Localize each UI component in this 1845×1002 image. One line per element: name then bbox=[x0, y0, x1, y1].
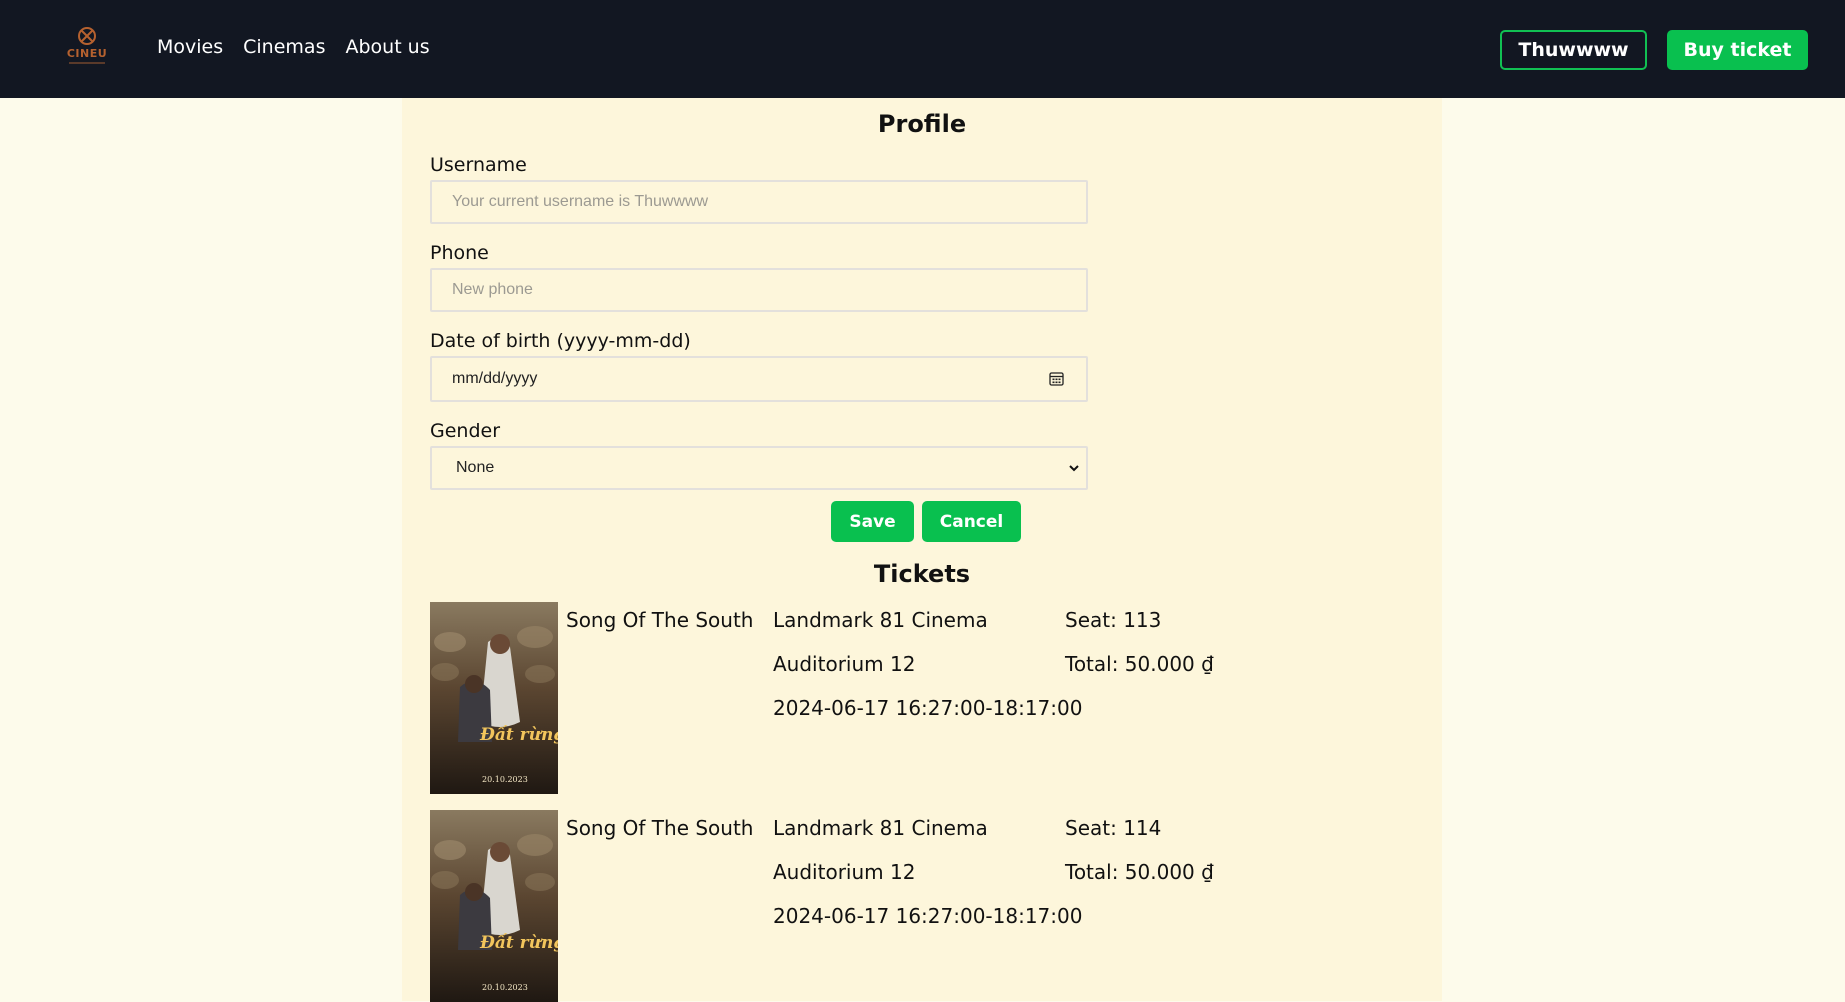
gender-select[interactable]: None bbox=[430, 446, 1088, 490]
dob-label: Date of birth (yyyy-mm-dd) bbox=[430, 330, 691, 352]
main-nav: Movies Cinemas About us bbox=[157, 36, 430, 58]
ticket-movie-title: Song Of The South bbox=[566, 816, 754, 840]
ticket-auditorium: Auditorium 12 bbox=[773, 860, 916, 884]
poster-title-text: Đất rừng phương nam bbox=[479, 725, 558, 745]
buy-ticket-button[interactable]: Buy ticket bbox=[1667, 30, 1808, 70]
username-label: Username bbox=[430, 154, 527, 176]
username-placeholder: Your current username is Thuwwww bbox=[452, 193, 709, 210]
ticket-total: Total: 50.000 ₫ bbox=[1065, 652, 1214, 676]
dob-placeholder: mm/dd/yyyy bbox=[452, 370, 538, 387]
movie-poster: Đất rừng phương nam 20.10.2023 bbox=[430, 810, 558, 1002]
poster-date-text: 20.10.2023 bbox=[482, 983, 528, 992]
user-account-button[interactable]: Thuwwww bbox=[1500, 30, 1647, 70]
cancel-button[interactable]: Cancel bbox=[922, 501, 1021, 542]
poster-date-text: 20.10.2023 bbox=[482, 775, 528, 784]
nav-link-movies[interactable]: Movies bbox=[157, 36, 223, 58]
ticket-card: Đất rừng phương nam 20.10.2023 Song Of T… bbox=[430, 602, 1330, 794]
gender-label: Gender bbox=[430, 420, 501, 442]
ticket-cinema: Landmark 81 Cinema bbox=[773, 816, 988, 840]
ticket-seat: Seat: 113 bbox=[1065, 608, 1162, 632]
phone-label: Phone bbox=[430, 242, 489, 264]
poster-image: Đất rừng phương nam 20.10.2023 bbox=[430, 602, 558, 794]
ticket-showtime: 2024-06-17 16:27:00-18:17:00 bbox=[773, 904, 1083, 928]
ticket-seat: Seat: 114 bbox=[1065, 816, 1162, 840]
logo-text: CINEU bbox=[66, 47, 108, 60]
calendar-icon[interactable] bbox=[1049, 371, 1064, 386]
phone-input[interactable]: New phone bbox=[430, 268, 1088, 312]
gender-selected-value: None bbox=[456, 459, 495, 476]
cineu-logo[interactable]: CINEU bbox=[64, 26, 110, 70]
chevron-down-icon bbox=[1069, 465, 1079, 472]
phone-placeholder: New phone bbox=[452, 281, 533, 298]
tickets-title: Tickets bbox=[873, 560, 971, 588]
ticket-cinema: Landmark 81 Cinema bbox=[773, 608, 988, 632]
dob-input[interactable]: mm/dd/yyyy bbox=[430, 356, 1088, 402]
profile-content: Profile Username Your current username i… bbox=[402, 98, 1442, 1002]
profile-title: Profile bbox=[877, 110, 967, 138]
ticket-card: Đất rừng phương nam 20.10.2023 Song Of T… bbox=[430, 810, 1330, 1002]
poster-title-text: Đất rừng phương nam bbox=[479, 933, 558, 953]
poster-image: Đất rừng phương nam 20.10.2023 bbox=[430, 810, 558, 1002]
logo-underline bbox=[69, 62, 105, 64]
ticket-auditorium: Auditorium 12 bbox=[773, 652, 916, 676]
ticket-movie-title: Song Of The South bbox=[566, 608, 754, 632]
movie-poster: Đất rừng phương nam 20.10.2023 bbox=[430, 602, 558, 794]
ticket-showtime: 2024-06-17 16:27:00-18:17:00 bbox=[773, 696, 1083, 720]
save-button[interactable]: Save bbox=[831, 501, 914, 542]
username-input[interactable]: Your current username is Thuwwww bbox=[430, 180, 1088, 224]
nav-link-cinemas[interactable]: Cinemas bbox=[243, 36, 325, 58]
nav-link-about-us[interactable]: About us bbox=[345, 36, 429, 58]
film-reel-icon bbox=[78, 27, 96, 45]
ticket-total: Total: 50.000 ₫ bbox=[1065, 860, 1214, 884]
top-navbar: CINEU Movies Cinemas About us Thuwwww Bu… bbox=[0, 0, 1845, 98]
